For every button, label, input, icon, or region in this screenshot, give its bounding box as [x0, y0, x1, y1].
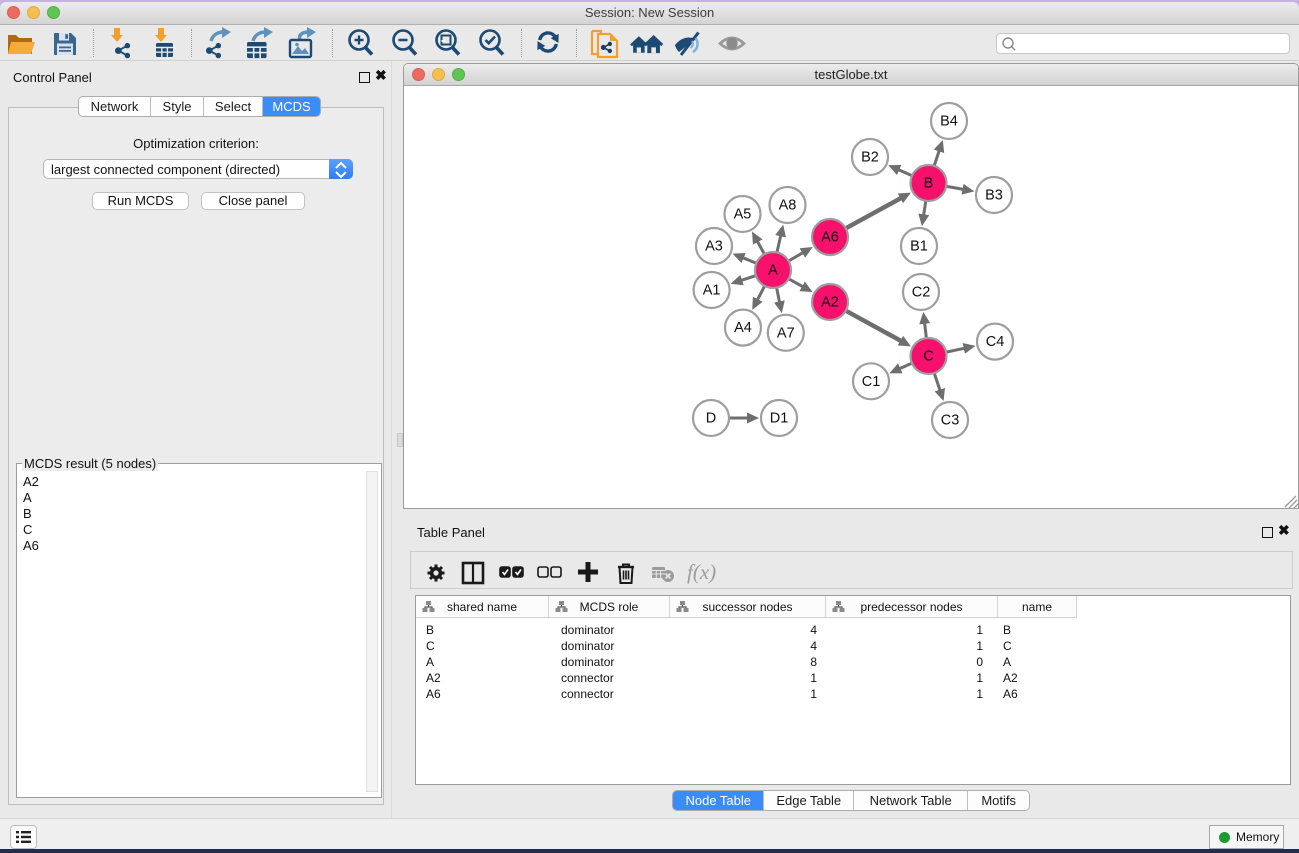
svg-text:A: A [768, 263, 778, 279]
svg-text:C1: C1 [862, 374, 881, 390]
svg-text:A7: A7 [777, 325, 795, 341]
svg-text:A3: A3 [705, 239, 723, 255]
svg-text:A4: A4 [734, 320, 752, 336]
svg-text:A6: A6 [821, 230, 839, 246]
svg-text:D: D [706, 411, 716, 427]
svg-text:C: C [923, 349, 933, 365]
svg-text:D1: D1 [770, 411, 789, 427]
svg-text:B4: B4 [940, 114, 958, 130]
svg-text:C2: C2 [912, 285, 931, 301]
svg-text:A5: A5 [734, 207, 752, 223]
svg-text:B3: B3 [985, 188, 1003, 204]
svg-text:A8: A8 [779, 198, 797, 214]
svg-text:A1: A1 [703, 283, 721, 299]
svg-text:C4: C4 [986, 334, 1005, 350]
svg-text:B1: B1 [910, 239, 928, 255]
svg-text:B2: B2 [861, 150, 879, 166]
svg-text:B: B [924, 176, 934, 192]
svg-text:A2: A2 [821, 295, 839, 311]
svg-text:C3: C3 [941, 413, 960, 429]
